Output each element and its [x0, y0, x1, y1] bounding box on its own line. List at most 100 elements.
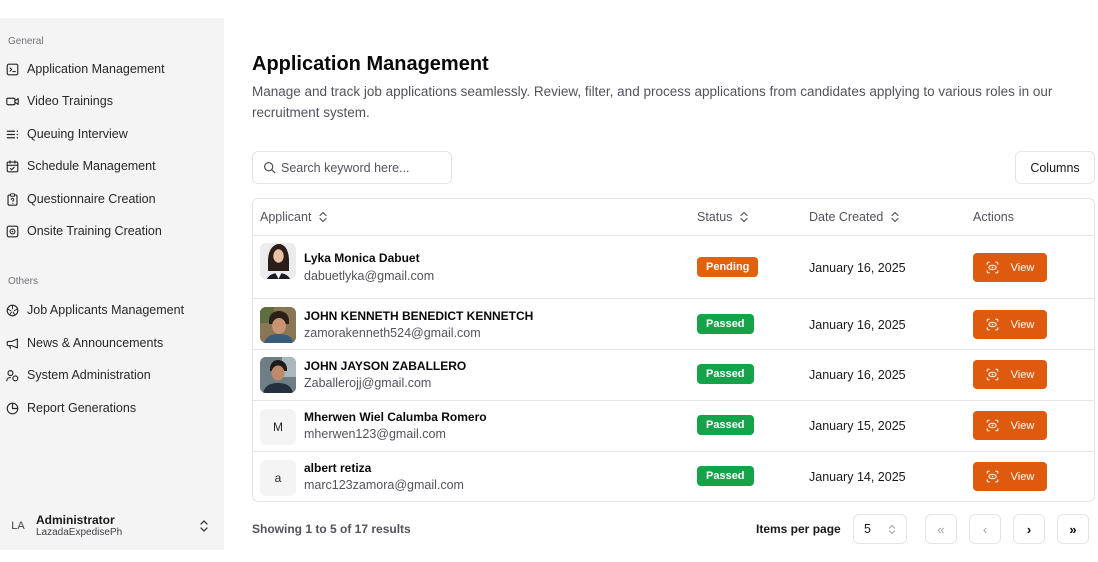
table-row: M Mherwen Wiel Calumba Romero mherwen123… [253, 401, 1094, 452]
table-row: JOHN JAYSON ZABALLERO Zaballerojj@gmail.… [253, 350, 1094, 401]
applicant-photo [260, 307, 296, 343]
video-icon [6, 97, 19, 105]
user-menu[interactable]: LA Administrator LazadaExpedisePh [6, 508, 218, 544]
items-per-page-label: Items per page [756, 522, 841, 536]
status-badge: Passed [697, 364, 754, 384]
page-description: Manage and track job applications seamle… [252, 84, 1053, 120]
user-name: Administrator [36, 513, 115, 527]
view-button[interactable]: View [973, 310, 1047, 339]
applicant-email: marc123zamora@gmail.com [304, 478, 464, 492]
view-button[interactable]: View [973, 253, 1047, 282]
sidebar: General Application Management Video Tra… [0, 18, 224, 550]
chevrons-up-down-icon [888, 524, 896, 535]
date-created: January 14, 2025 [809, 470, 906, 484]
sidebar-item-label: Onsite Training Creation [27, 224, 162, 238]
sidebar-item-label: Application Management [27, 62, 165, 76]
sidebar-item-label: System Administration [27, 368, 151, 382]
status-badge: Passed [697, 314, 754, 334]
applicant-name: Lyka Monica Dabuet [304, 251, 420, 265]
sidebar-item-application-management[interactable]: Application Management [6, 56, 218, 82]
sidebar-group-others: Others [8, 276, 39, 287]
sidebar-item-label: Schedule Management [27, 159, 156, 173]
avatar: LA [11, 520, 25, 532]
applications-table: Applicant Status Date Created Actions Ly… [252, 198, 1095, 502]
sidebar-item-job-applicants-management[interactable]: Job Applicants Management [6, 297, 218, 323]
results-summary: Showing 1 to 5 of 17 results [252, 522, 411, 536]
calendar-icon [6, 159, 19, 172]
sidebar-item-label: Video Trainings [27, 94, 113, 108]
last-page-button[interactable]: » [1057, 514, 1089, 544]
applicant-email: dabuetlyka@gmail.com [304, 269, 435, 283]
column-actions: Actions [973, 210, 1014, 224]
applicant-name: Mherwen Wiel Calumba Romero [304, 410, 487, 424]
columns-button[interactable]: Columns [1015, 151, 1095, 184]
applicant-name: JOHN JAYSON ZABALLERO [304, 359, 467, 373]
column-applicant[interactable]: Applicant [260, 210, 328, 224]
view-button[interactable]: View [973, 360, 1047, 389]
aperture-icon [6, 304, 19, 316]
chevrons-up-down-icon [200, 520, 208, 532]
prev-page-button[interactable]: ‹ [969, 514, 1001, 544]
sidebar-item-label: Queuing Interview [27, 127, 128, 141]
applicant-name: albert retiza [304, 461, 372, 475]
user-org: LazadaExpedisePh [36, 527, 123, 538]
view-icon [986, 470, 998, 483]
status-badge: Pending [697, 257, 759, 277]
clipboard-icon [7, 192, 18, 206]
applicant-avatar: M [260, 409, 296, 445]
applicant-photo [260, 243, 296, 279]
view-button[interactable]: View [973, 462, 1047, 491]
table-row: JOHN KENNETH BENEDICT KENNETCH zamoraken… [253, 299, 1094, 350]
table-row: Lyka Monica Dabuet dabuetlyka@gmail.com … [253, 236, 1094, 299]
view-button[interactable]: View [973, 411, 1047, 440]
date-created: January 15, 2025 [809, 419, 906, 433]
sidebar-item-system-administration[interactable]: System Administration [6, 362, 218, 388]
first-page-button[interactable]: « [925, 514, 957, 544]
sidebar-group-general: General [8, 36, 44, 47]
sidebar-item-onsite-training-creation[interactable]: Onsite Training Creation [6, 218, 218, 244]
applicant-avatar: a [260, 460, 296, 496]
sidebar-item-video-trainings[interactable]: Video Trainings [6, 88, 218, 114]
scan-icon [6, 225, 19, 237]
sort-icon [891, 211, 899, 223]
sidebar-item-label: Job Applicants Management [27, 303, 185, 317]
table-header: Applicant Status Date Created Actions [253, 199, 1094, 236]
sort-icon [319, 211, 328, 223]
terminal-square-icon [6, 63, 19, 75]
sort-icon [740, 211, 749, 223]
table-row: a albert retiza marc123zamora@gmail.com … [253, 452, 1094, 501]
sidebar-item-queuing-interview[interactable]: Queuing Interview [6, 121, 218, 147]
view-icon [986, 368, 998, 381]
sidebar-item-questionnaire-creation[interactable]: Questionnaire Creation [6, 186, 218, 212]
sidebar-item-label: News & Announcements [27, 336, 164, 350]
sidebar-item-label: Questionnaire Creation [27, 192, 156, 206]
items-per-page-select[interactable]: 5 [853, 514, 907, 544]
applicant-name: JOHN KENNETH BENEDICT KENNETCH [304, 309, 534, 323]
applicant-email: zamorakenneth524@gmail.com [304, 326, 481, 340]
pie-chart-icon [6, 402, 19, 414]
view-icon [986, 318, 998, 331]
view-icon [986, 419, 998, 432]
next-page-button[interactable]: › [1013, 514, 1045, 544]
view-icon [986, 261, 998, 274]
sidebar-item-schedule-management[interactable]: Schedule Management [6, 153, 218, 179]
search-box[interactable] [252, 151, 452, 184]
search-icon [264, 162, 276, 174]
status-badge: Passed [697, 415, 754, 435]
status-badge: Passed [697, 466, 754, 486]
applicant-photo [260, 357, 296, 393]
sidebar-item-label: Report Generations [27, 401, 137, 415]
sidebar-item-report-generations[interactable]: Report Generations [6, 395, 218, 421]
users-icon [6, 369, 19, 381]
applicant-email: mherwen123@gmail.com [304, 427, 446, 441]
sidebar-item-news-announcements[interactable]: News & Announcements [6, 330, 218, 356]
column-date-created[interactable]: Date Created [809, 210, 900, 224]
list-icon [6, 130, 19, 138]
applicant-email: Zaballerojj@gmail.com [304, 376, 432, 390]
column-status[interactable]: Status [697, 210, 749, 224]
date-created: January 16, 2025 [809, 368, 906, 382]
search-input[interactable] [281, 160, 441, 175]
page-title: Application Management [252, 53, 489, 75]
megaphone-icon [6, 337, 18, 349]
date-created: January 16, 2025 [809, 318, 906, 332]
